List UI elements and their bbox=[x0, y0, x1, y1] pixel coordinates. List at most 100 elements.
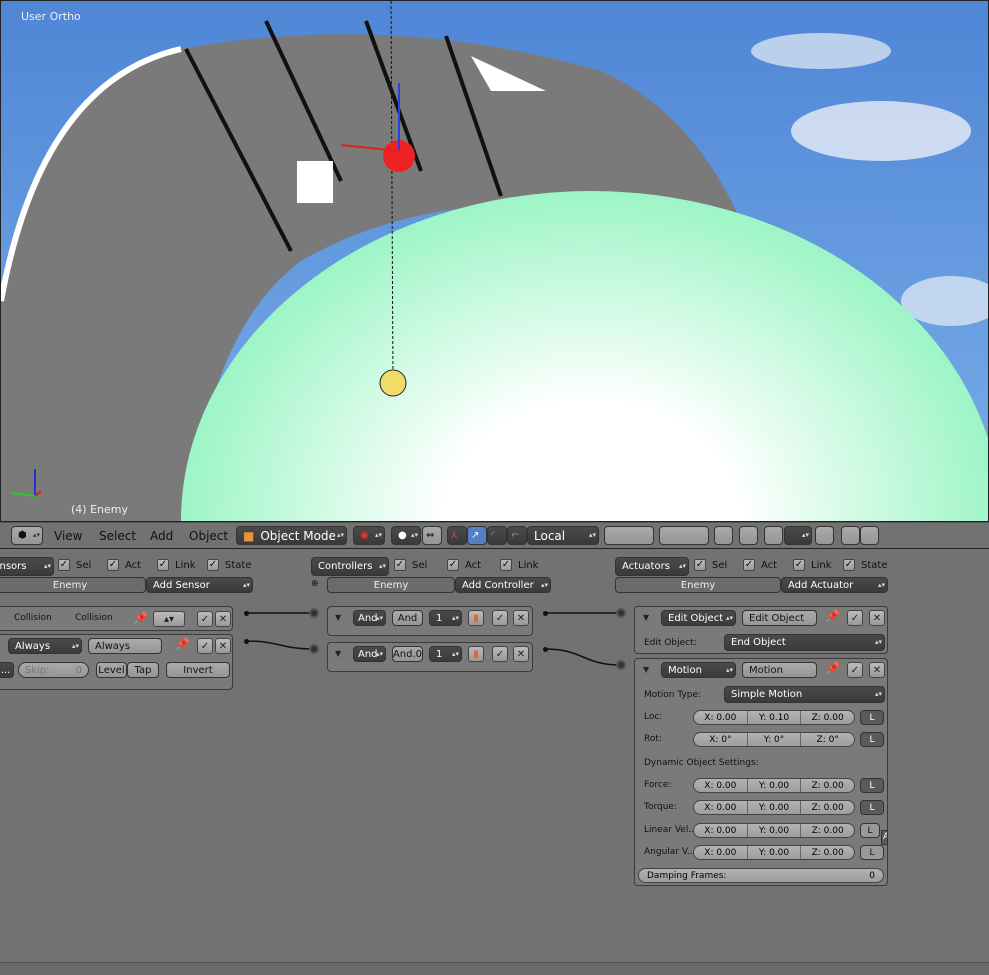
sensor-output-socket[interactable] bbox=[244, 611, 249, 616]
controller-output-socket[interactable] bbox=[543, 611, 548, 616]
z-value[interactable]: Z: 0.00 bbox=[801, 779, 854, 792]
manipulator-toggle[interactable]: ⇔ bbox=[422, 526, 442, 545]
render-camera-icon[interactable] bbox=[841, 526, 860, 545]
damping-frames-field[interactable]: Damping Frames: 0 bbox=[638, 868, 884, 883]
y-value[interactable]: Y: 0.00 bbox=[748, 801, 802, 814]
add-velocity-button[interactable]: Ad bbox=[881, 830, 888, 845]
controller-name-field[interactable]: And bbox=[392, 610, 423, 626]
vector-field[interactable]: X: 0.00 Y: 0.00 Z: 0.00 bbox=[693, 800, 855, 815]
menu-add[interactable]: Add bbox=[150, 529, 173, 543]
z-value[interactable]: Z: 0.00 bbox=[801, 846, 854, 859]
translate-manipulator[interactable]: ⅄ bbox=[447, 526, 467, 545]
active-checkbox[interactable]: ✓ bbox=[492, 646, 508, 662]
menu-object[interactable]: Object bbox=[189, 529, 228, 543]
actuator-name-field[interactable]: Edit Object bbox=[742, 610, 817, 626]
collapse-triangle-icon[interactable]: ▼ bbox=[643, 665, 649, 674]
actuator-type-dropdown[interactable]: Motion bbox=[661, 662, 736, 678]
menu-select[interactable]: Select bbox=[99, 529, 136, 543]
mode-dropdown[interactable]: ■ Object Mode bbox=[236, 526, 347, 545]
rotate-manipulator[interactable]: ◜ bbox=[487, 526, 507, 545]
remove-icon[interactable]: ✕ bbox=[513, 646, 529, 662]
controllers-filter-dropdown[interactable]: Controllers bbox=[311, 557, 389, 576]
x-value[interactable]: X: 0.00 bbox=[694, 846, 748, 859]
add-controller-dropdown[interactable]: Add Controller bbox=[455, 577, 551, 593]
actuators-act-checkbox[interactable]: ✓ Act bbox=[743, 559, 777, 571]
viewport-shading-dropdown[interactable]: ◉ bbox=[353, 526, 385, 545]
actuators-link-checkbox[interactable]: ✓ Link bbox=[793, 559, 831, 571]
local-toggle[interactable]: L bbox=[860, 800, 884, 815]
editor-type-button[interactable]: ⬢ bbox=[11, 526, 43, 545]
y-value[interactable]: Y: 0.00 bbox=[748, 846, 802, 859]
remove-icon[interactable]: ✕ bbox=[869, 662, 885, 678]
snap-element-dropdown[interactable] bbox=[784, 526, 812, 545]
controllers-sel-checkbox[interactable]: ✓ Sel bbox=[394, 559, 427, 571]
controllers-act-checkbox[interactable]: ✓ Act bbox=[447, 559, 481, 571]
z-value[interactable]: Z: 0.00 bbox=[801, 711, 854, 724]
remove-icon[interactable]: ✕ bbox=[513, 610, 529, 626]
x-value[interactable]: X: 0.00 bbox=[694, 824, 748, 837]
controllers-link-checkbox[interactable]: ✓ Link bbox=[500, 559, 538, 571]
edit-object-dropdown[interactable]: End Object bbox=[724, 634, 885, 651]
active-checkbox[interactable]: ✓ bbox=[492, 610, 508, 626]
layers-grid-1[interactable] bbox=[604, 526, 654, 545]
collapse-triangle-icon[interactable]: ▼ bbox=[335, 649, 341, 658]
actuator-input-socket[interactable] bbox=[616, 608, 626, 618]
render-animation-icon[interactable] bbox=[860, 526, 879, 545]
active-checkbox[interactable]: ✓ bbox=[847, 662, 863, 678]
proportional-edit-icon[interactable] bbox=[739, 526, 758, 545]
x-value[interactable]: X: 0° bbox=[694, 733, 748, 746]
actuators-state-checkbox[interactable]: ✓ State bbox=[843, 559, 887, 571]
x-value[interactable]: X: 0.00 bbox=[694, 779, 748, 792]
z-value[interactable]: Z: 0° bbox=[801, 733, 854, 746]
vector-field[interactable]: X: 0.00 Y: 0.00 Z: 0.00 bbox=[693, 823, 855, 838]
actuators-sel-checkbox[interactable]: ✓ Sel bbox=[694, 559, 727, 571]
x-value[interactable]: X: 0.00 bbox=[694, 801, 748, 814]
controller-state-dropdown[interactable]: 1 bbox=[429, 610, 462, 626]
y-value[interactable]: Y: 0.10 bbox=[748, 711, 802, 724]
controller-type-dropdown[interactable]: And bbox=[353, 646, 386, 662]
active-checkbox[interactable]: ✓ bbox=[847, 610, 863, 626]
sensor-output-socket[interactable] bbox=[244, 639, 249, 644]
z-value[interactable]: Z: 0.00 bbox=[801, 801, 854, 814]
local-toggle[interactable]: L bbox=[860, 732, 884, 747]
z-value[interactable]: Z: 0.00 bbox=[801, 824, 854, 837]
move-manipulator[interactable]: ↗ bbox=[467, 526, 487, 545]
local-toggle[interactable]: L bbox=[860, 710, 884, 725]
controller-input-socket[interactable] bbox=[309, 644, 319, 654]
local-toggle[interactable]: L bbox=[860, 823, 880, 838]
vector-field[interactable]: X: 0.00 Y: 0.10 Z: 0.00 bbox=[693, 710, 855, 725]
x-value[interactable]: X: 0.00 bbox=[694, 711, 748, 724]
lock-layers-icon[interactable] bbox=[714, 526, 733, 545]
y-value[interactable]: Y: 0.00 bbox=[748, 824, 802, 837]
collapse-triangle-icon[interactable]: ▼ bbox=[335, 613, 341, 622]
remove-icon[interactable]: ✕ bbox=[869, 610, 885, 626]
actuator-type-dropdown[interactable]: Edit Object bbox=[661, 610, 736, 626]
bookmark-icon[interactable]: ▮ bbox=[468, 610, 484, 626]
bookmark-icon[interactable]: ▮ bbox=[468, 646, 484, 662]
orientation-dropdown[interactable]: Local bbox=[527, 526, 599, 545]
vector-field[interactable]: X: 0.00 Y: 0.00 Z: 0.00 bbox=[693, 778, 855, 793]
3d-viewport[interactable]: User Ortho (4) Enemy bbox=[0, 0, 989, 522]
vector-field[interactable]: X: 0.00 Y: 0.00 Z: 0.00 bbox=[693, 845, 855, 860]
controller-output-socket[interactable] bbox=[543, 647, 548, 652]
actuators-filter-dropdown[interactable]: Actuators bbox=[615, 557, 689, 576]
controller-type-dropdown[interactable]: And bbox=[353, 610, 386, 626]
local-toggle[interactable]: L bbox=[860, 778, 884, 793]
collapse-triangle-icon[interactable]: ▼ bbox=[643, 613, 649, 622]
y-value[interactable]: Y: 0° bbox=[748, 733, 802, 746]
state-toggle-icon[interactable]: ⊕ bbox=[311, 579, 319, 589]
scale-manipulator[interactable]: ⌐ bbox=[507, 526, 527, 545]
pin-icon[interactable]: 📌 bbox=[825, 661, 840, 675]
controller-name-field[interactable]: And.0 bbox=[392, 646, 423, 662]
snap-magnet-icon[interactable] bbox=[764, 526, 783, 545]
menu-view[interactable]: View bbox=[54, 529, 82, 543]
y-value[interactable]: Y: 0.00 bbox=[748, 779, 802, 792]
motion-type-dropdown[interactable]: Simple Motion bbox=[724, 686, 885, 703]
actuator-name-field[interactable]: Motion bbox=[742, 662, 817, 678]
controller-input-socket[interactable] bbox=[309, 608, 319, 618]
add-actuator-dropdown[interactable]: Add Actuator bbox=[781, 577, 888, 593]
actuator-input-socket[interactable] bbox=[616, 660, 626, 670]
layers-grid-2[interactable] bbox=[659, 526, 709, 545]
controller-state-dropdown[interactable]: 1 bbox=[429, 646, 462, 662]
vector-field[interactable]: X: 0° Y: 0° Z: 0° bbox=[693, 732, 855, 747]
